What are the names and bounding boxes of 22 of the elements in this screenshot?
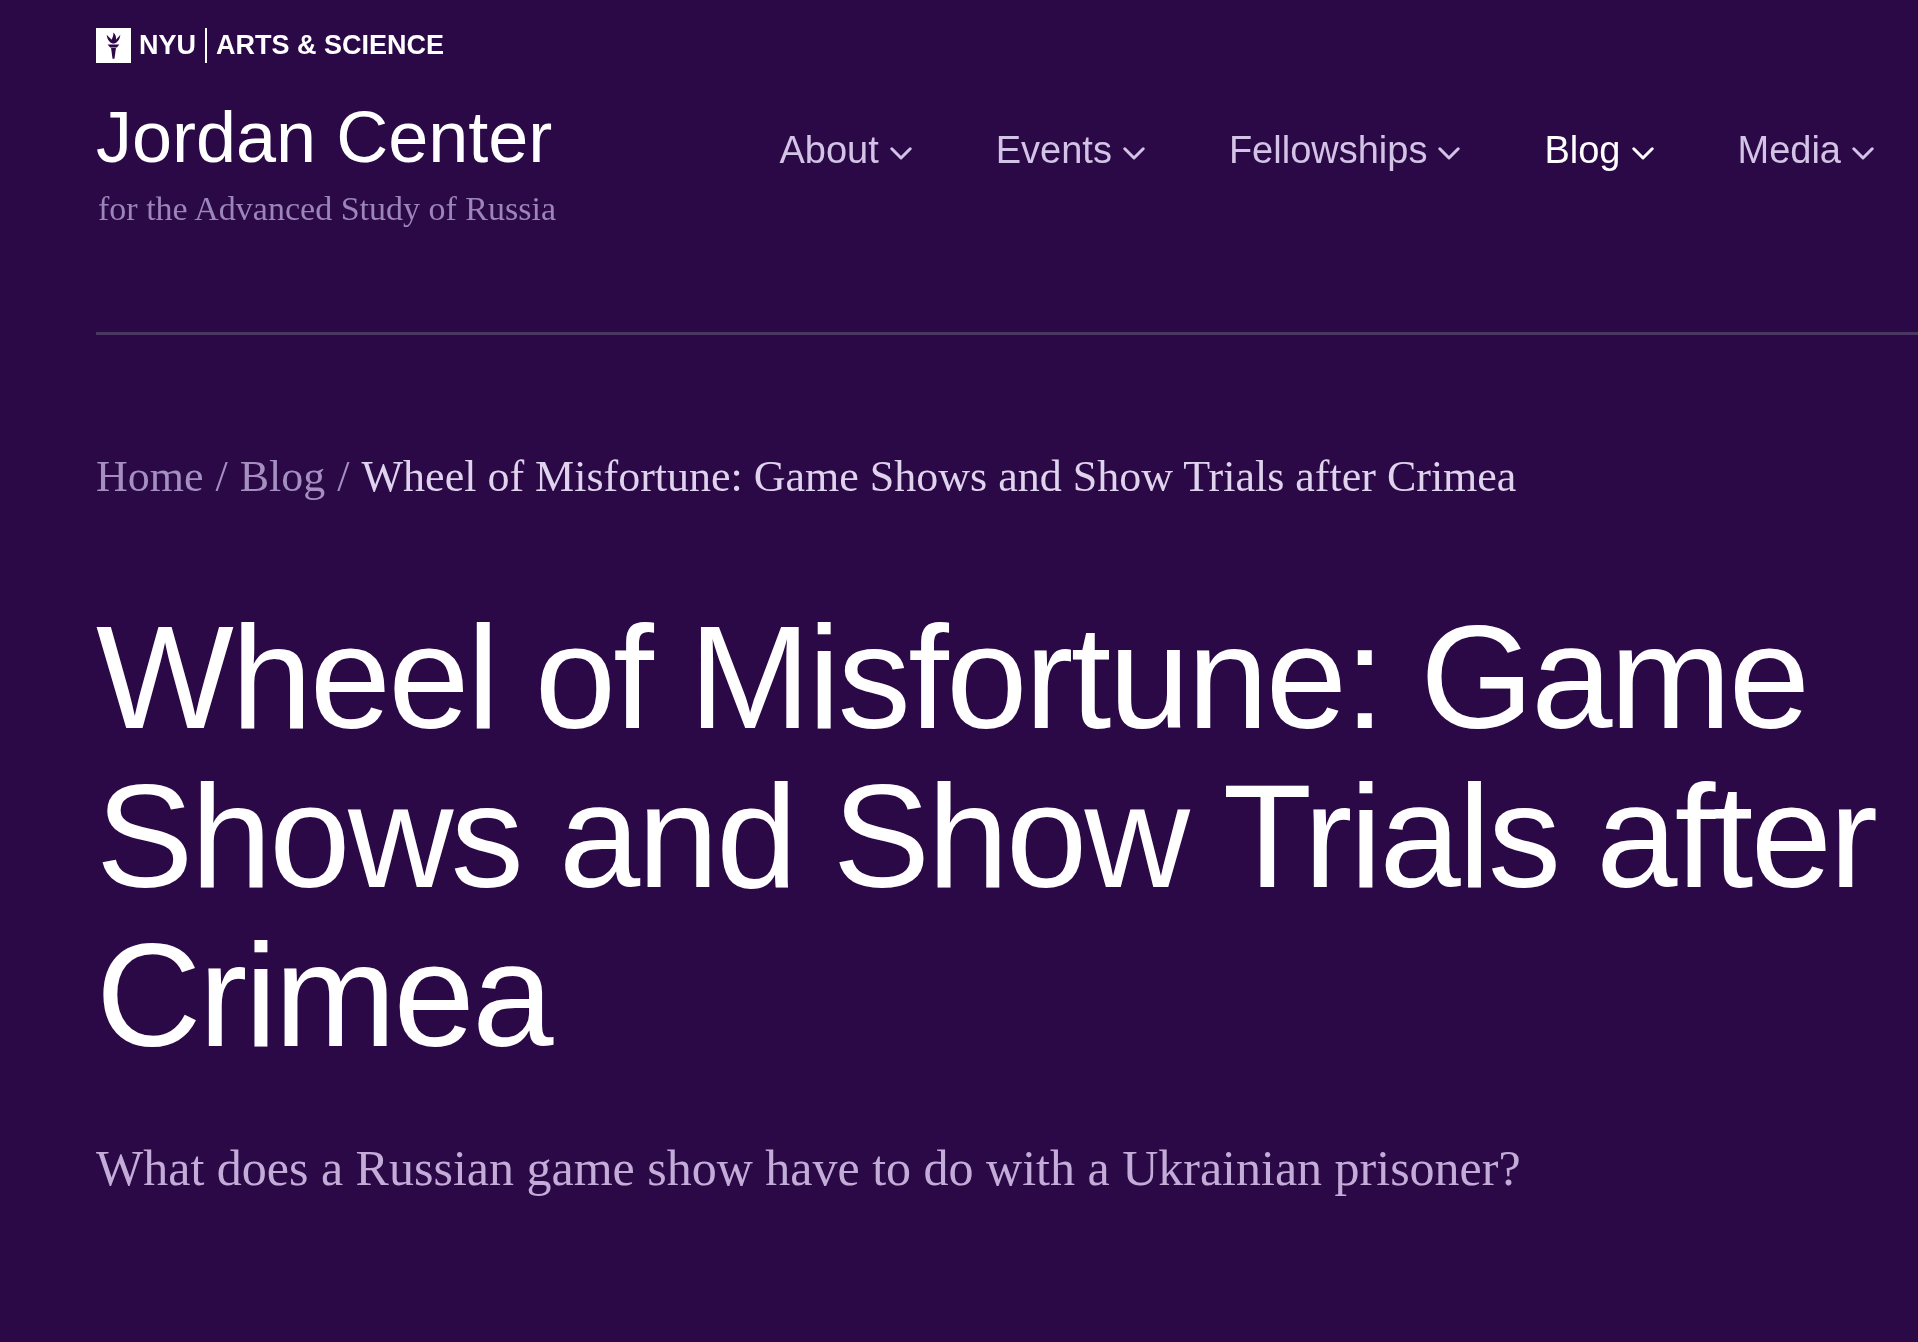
breadcrumb-link[interactable]: Blog xyxy=(239,452,326,501)
logo-text[interactable]: ARTS & SCIENCE xyxy=(216,30,445,61)
nav-menu-button[interactable]: Media xyxy=(1737,128,1874,173)
breadcrumb-link[interactable]: Home xyxy=(96,452,204,501)
nav-menu-button[interactable]: Events xyxy=(995,128,1145,173)
chevron-down-icon xyxy=(889,147,912,160)
breadcrumb-separator: / xyxy=(337,452,350,501)
article-title: Wheel of Misfortune: Game Shows and Show Trials after Crimea xyxy=(96,598,1877,1075)
torch-icon[interactable] xyxy=(96,28,131,63)
nav-menu-button[interactable]: About xyxy=(779,128,912,173)
chevron-down-icon xyxy=(1852,147,1874,160)
logo-text[interactable]: NYU xyxy=(139,30,196,61)
nav-menu-button[interactable]: Blog xyxy=(1544,128,1654,173)
nav-menu-button[interactable]: Fellowships xyxy=(1228,128,1461,173)
site-subtitle: for the Advanced Study of Russia xyxy=(97,189,556,229)
chevron-down-icon xyxy=(1122,147,1145,160)
article-subtitle: What does a Russian game show have to do with a Ukrainian prisoner? xyxy=(96,1140,1522,1196)
chevron-down-icon xyxy=(1438,147,1461,160)
breadcrumb-separator: / xyxy=(215,452,228,501)
breadcrumb-current-page: Wheel of Misfortune: Game Shows and Show Trials after Crimea xyxy=(361,452,1517,501)
chevron-down-icon xyxy=(1631,147,1654,160)
site-title[interactable]: Jordan Center xyxy=(96,101,556,173)
